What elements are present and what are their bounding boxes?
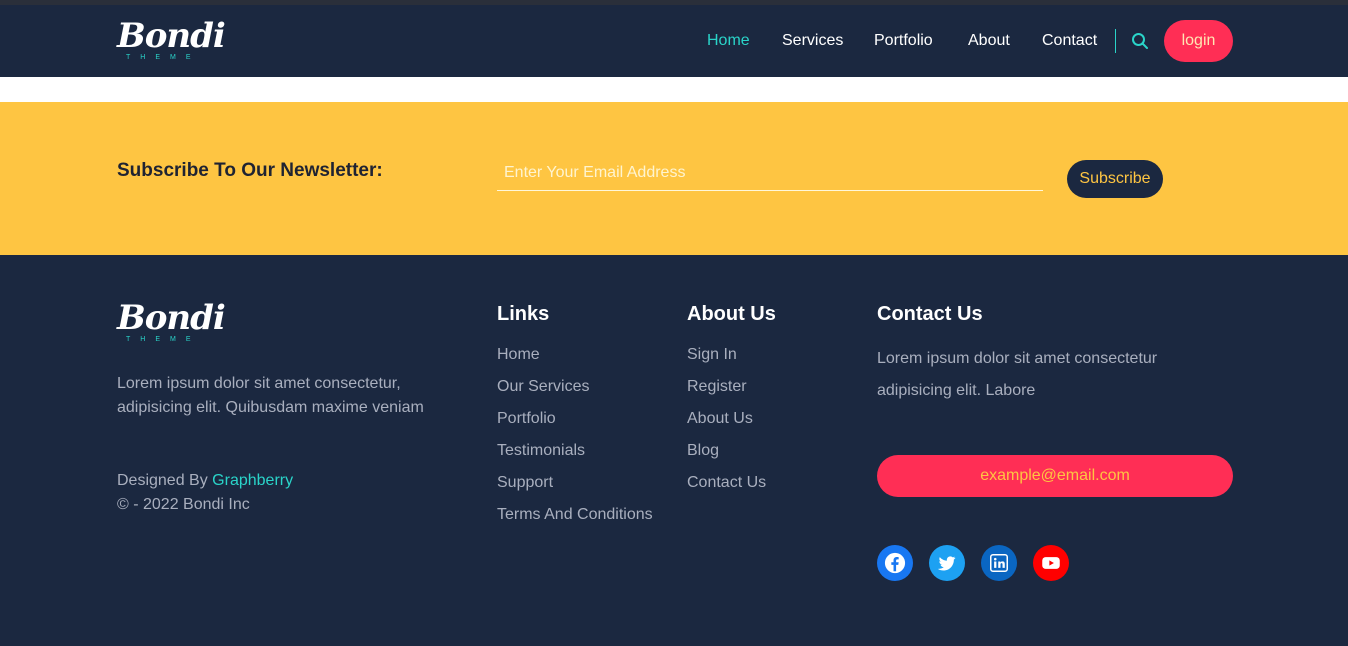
contact-us-text: Lorem ipsum dolor sit amet consectetur a… <box>877 350 1158 399</box>
about-us-list: Sign In Register About Us Blog Contact U… <box>687 339 766 499</box>
footer-logo[interactable]: Bondi THEME <box>117 298 226 343</box>
site-logo[interactable]: Bondi THEME <box>117 16 226 61</box>
nav-about[interactable]: About <box>968 32 1010 50</box>
nav-divider <box>1115 29 1116 53</box>
twitter-glyph <box>937 556 956 571</box>
nav-contact[interactable]: Contact <box>1042 32 1097 50</box>
designed-by: Designed By Graphberry <box>117 469 293 493</box>
footer-link-testimonials[interactable]: Testimonials <box>497 435 653 467</box>
footer-link-sign-in[interactable]: Sign In <box>687 339 766 371</box>
links-title: Links <box>497 303 550 325</box>
twitter-icon[interactable] <box>929 545 965 581</box>
facebook-glyph <box>884 552 906 574</box>
facebook-icon[interactable] <box>877 545 913 581</box>
newsletter-email-input[interactable] <box>497 156 1043 191</box>
youtube-icon[interactable] <box>1033 545 1069 581</box>
subscribe-button[interactable]: Subscribe <box>1067 160 1163 198</box>
footer-link-register[interactable]: Register <box>687 371 766 403</box>
newsletter-title: Subscribe To Our Newsletter: <box>117 160 383 181</box>
footer-link-blog[interactable]: Blog <box>687 435 766 467</box>
youtube-glyph <box>1042 557 1060 569</box>
copyright: © - 2022 Bondi Inc <box>117 496 250 513</box>
footer-about-text: Lorem ipsum dolor sit amet consectetur, … <box>117 375 424 416</box>
designer-link[interactable]: Graphberry <box>212 472 293 489</box>
site-footer: Bondi THEME Lorem ipsum dolor sit amet c… <box>0 255 1348 646</box>
contact-us-title: Contact Us <box>877 303 983 325</box>
nav-home[interactable]: Home <box>707 32 750 50</box>
footer-logo-wordmark: Bondi <box>117 298 226 338</box>
footer-link-portfolio[interactable]: Portfolio <box>497 403 653 435</box>
contact-email-button[interactable]: example@email.com <box>877 455 1233 497</box>
logo-wordmark: Bondi <box>117 16 226 56</box>
footer-link-contact-us[interactable]: Contact Us <box>687 467 766 499</box>
newsletter-section: Subscribe To Our Newsletter: Subscribe <box>0 102 1348 255</box>
login-button[interactable]: login <box>1164 20 1233 62</box>
footer-link-terms[interactable]: Terms And Conditions <box>497 499 653 531</box>
links-list: Home Our Services Portfolio Testimonials… <box>497 339 653 531</box>
linkedin-glyph <box>990 554 1008 572</box>
designed-by-prefix: Designed By <box>117 472 213 489</box>
search-icon[interactable] <box>1131 32 1149 50</box>
footer-link-our-services[interactable]: Our Services <box>497 371 653 403</box>
login-label: login <box>1181 32 1216 49</box>
nav-portfolio[interactable]: Portfolio <box>874 32 933 50</box>
linkedin-icon[interactable] <box>981 545 1017 581</box>
nav-services[interactable]: Services <box>782 32 843 50</box>
site-header: Bondi THEME Home Services Portfolio Abou… <box>0 5 1348 77</box>
footer-link-support[interactable]: Support <box>497 467 653 499</box>
content-gap <box>0 77 1348 102</box>
footer-link-about-us[interactable]: About Us <box>687 403 766 435</box>
footer-link-home[interactable]: Home <box>497 339 653 371</box>
about-us-title: About Us <box>687 303 776 325</box>
